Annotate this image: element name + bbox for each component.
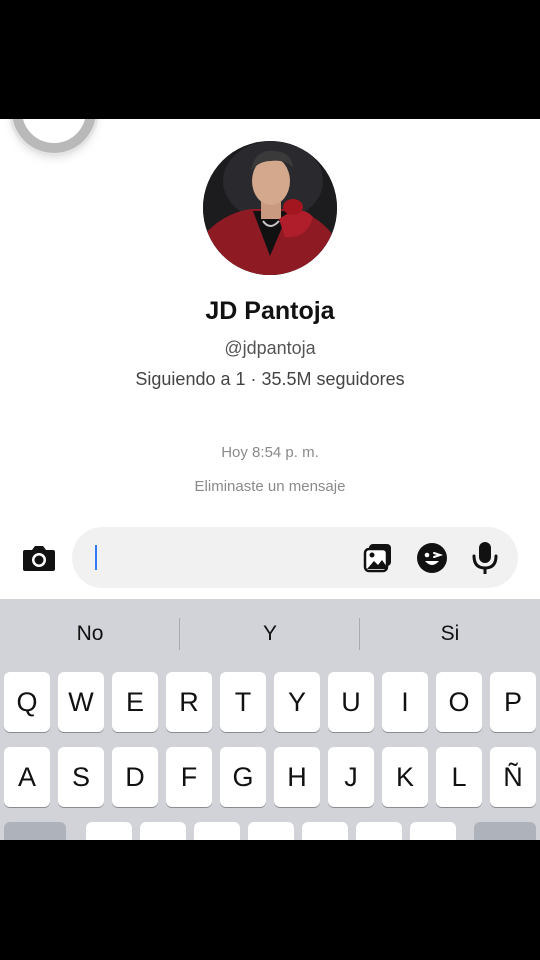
key-o[interactable]: O	[436, 672, 482, 732]
key-z[interactable]	[86, 822, 132, 840]
chat-screen: JD Pantoja @jdpantoja Siguiendo a 1 · 35…	[0, 119, 540, 840]
key-j[interactable]: J	[328, 747, 374, 807]
profile-avatar[interactable]	[203, 141, 337, 275]
key-u[interactable]: U	[328, 672, 374, 732]
key-t[interactable]: T	[220, 672, 266, 732]
key-h[interactable]: H	[274, 747, 320, 807]
message-input[interactable]	[94, 535, 354, 580]
key-f[interactable]: F	[166, 747, 212, 807]
key-d[interactable]: D	[112, 747, 158, 807]
avatar-photo	[203, 141, 337, 275]
shift-key[interactable]	[4, 822, 66, 840]
key-c[interactable]	[194, 822, 240, 840]
key-i[interactable]: I	[382, 672, 428, 732]
deleted-message-notice: Eliminaste un mensaje	[194, 478, 346, 495]
key-v[interactable]	[248, 822, 294, 840]
key-b[interactable]	[302, 822, 348, 840]
suggestion-item[interactable]: Y	[180, 599, 360, 669]
image-icon	[363, 544, 391, 573]
voice-message-button[interactable]	[468, 541, 502, 575]
delete-key[interactable]	[474, 822, 536, 840]
key-x[interactable]	[140, 822, 186, 840]
key-e[interactable]: E	[112, 672, 158, 732]
key-w[interactable]: W	[58, 672, 104, 732]
letterbox-top	[0, 0, 540, 119]
key-l[interactable]: L	[436, 747, 482, 807]
message-composer	[72, 527, 518, 588]
suggestion-item[interactable]: Si	[360, 599, 540, 669]
gallery-button[interactable]	[362, 541, 396, 575]
floating-ring-icon	[12, 119, 96, 153]
profile-name: JD Pantoja	[205, 297, 335, 325]
profile-stats: Siguiendo a 1 · 35.5M seguidores	[135, 369, 405, 389]
emoji-icon	[417, 543, 447, 573]
key-r[interactable]: R	[166, 672, 212, 732]
key-m[interactable]	[410, 822, 456, 840]
key-k[interactable]: K	[382, 747, 428, 807]
letterbox-bottom	[0, 840, 540, 960]
profile-handle: @jdpantoja	[224, 338, 316, 358]
text-caret	[95, 545, 97, 570]
key-p[interactable]: P	[490, 672, 536, 732]
key-s[interactable]: S	[58, 747, 104, 807]
key-a[interactable]: A	[4, 747, 50, 807]
suggestion-bar: No Y Si	[0, 599, 540, 669]
key-q[interactable]: Q	[4, 672, 50, 732]
key-n[interactable]	[356, 822, 402, 840]
key-g[interactable]: G	[220, 747, 266, 807]
keyboard: No Y Si Q W E R T Y U I O P A S D F G H …	[0, 599, 540, 840]
message-timestamp: Hoy 8:54 p. m.	[221, 444, 319, 461]
camera-icon	[23, 546, 55, 571]
camera-button[interactable]	[18, 538, 60, 578]
emoji-button[interactable]	[415, 541, 449, 575]
key-y[interactable]: Y	[274, 672, 320, 732]
microphone-icon	[472, 542, 498, 574]
key-enye[interactable]: Ñ	[490, 747, 536, 807]
suggestion-item[interactable]: No	[0, 599, 180, 669]
